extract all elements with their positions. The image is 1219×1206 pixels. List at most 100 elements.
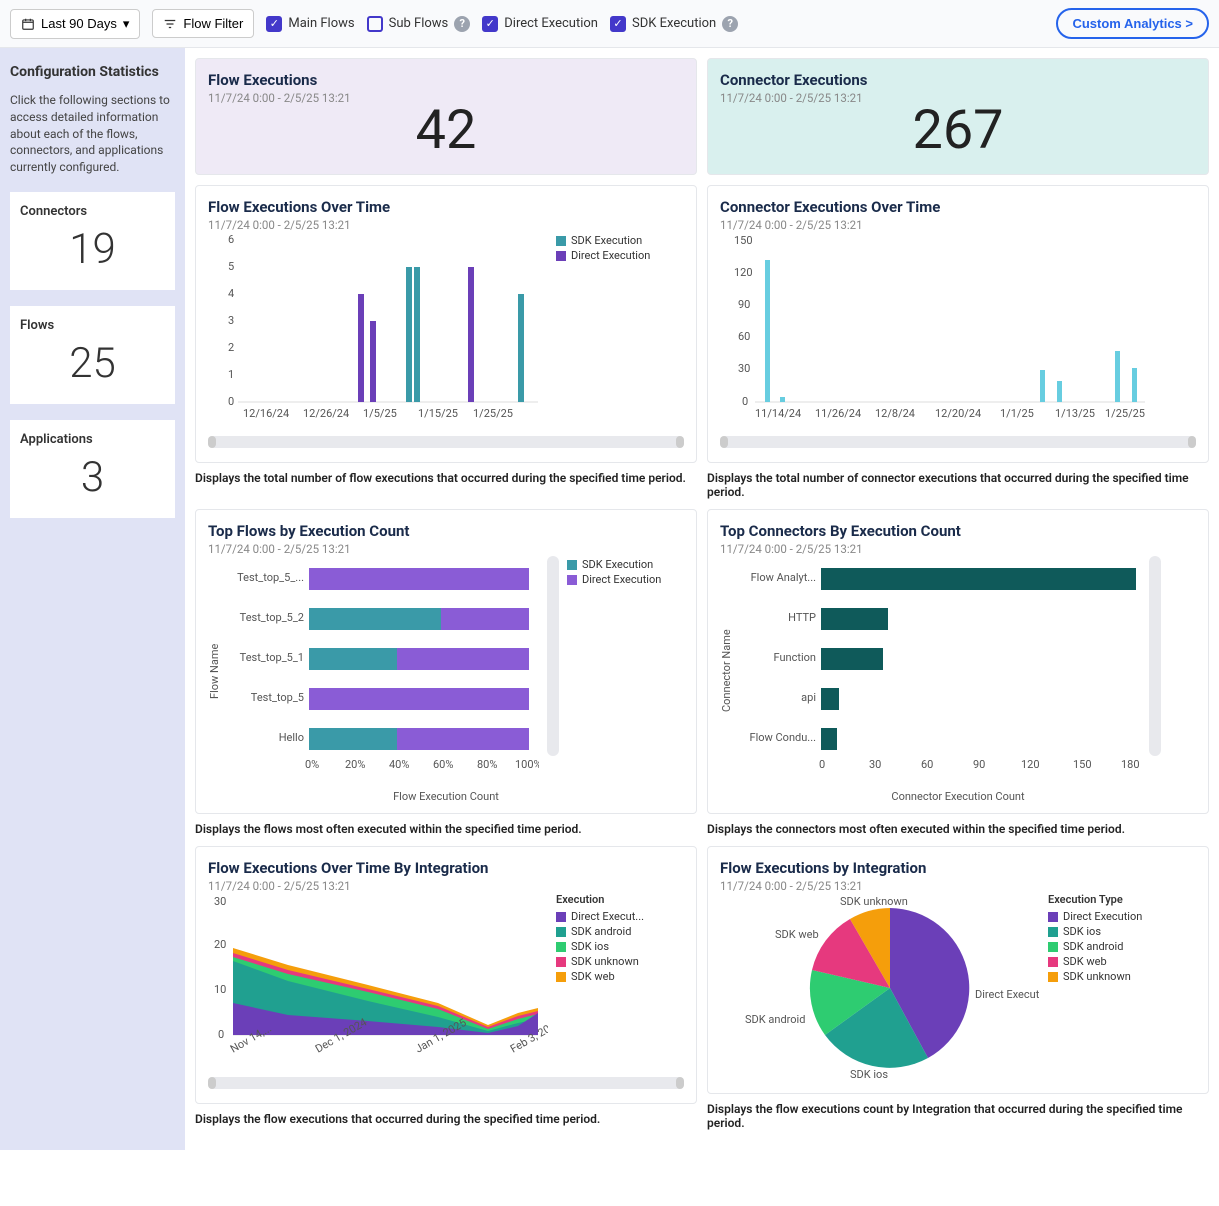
checkbox-sub-flows[interactable]: Sub Flows ?	[367, 16, 471, 32]
date-range-picker[interactable]: Last 90 Days ▾	[10, 9, 140, 39]
custom-analytics-button[interactable]: Custom Analytics >	[1056, 8, 1209, 39]
checkbox-main-flows[interactable]: ✓ Main Flows	[266, 16, 354, 32]
svg-text:SDK ios: SDK ios	[850, 1068, 888, 1081]
chart-top-flows: Top Flows by Execution Count 11/7/24 0:0…	[195, 509, 697, 814]
hero-connector-executions: Connector Executions 11/7/24 0:00 - 2/5/…	[707, 58, 1209, 175]
svg-text:30: 30	[869, 758, 881, 771]
svg-text:30: 30	[738, 362, 750, 375]
checkbox-icon: ✓	[482, 16, 498, 32]
svg-text:Function: Function	[774, 651, 816, 664]
main-content: Flow Executions 11/7/24 0:00 - 2/5/25 13…	[185, 48, 1219, 1150]
hero-value: 42	[208, 99, 684, 162]
x-axis-label: Connector Execution Count	[720, 790, 1196, 803]
svg-text:150: 150	[734, 234, 753, 247]
stat-value: 19	[20, 225, 165, 274]
chart-legend: Execution Direct Execut... SDK android S…	[556, 893, 644, 1073]
chart-scrollbar-v[interactable]	[1149, 556, 1161, 756]
stat-card-flows[interactable]: Flows 25	[10, 306, 175, 404]
svg-text:SDK android: SDK android	[745, 1013, 805, 1026]
checkbox-icon: ✓	[266, 16, 282, 32]
svg-text:60%: 60%	[433, 758, 453, 771]
svg-text:Test_top_5: Test_top_5	[251, 691, 304, 704]
checkbox-label: Direct Execution	[504, 16, 598, 31]
svg-text:11/26/24: 11/26/24	[815, 407, 861, 420]
svg-text:80%: 80%	[477, 758, 497, 771]
chart-title: Connector Executions Over Time	[720, 198, 1196, 216]
checkbox-sdk-execution[interactable]: ✓ SDK Execution ?	[610, 16, 738, 32]
sidebar-title: Configuration Statistics	[10, 64, 175, 80]
svg-text:1: 1	[228, 368, 234, 381]
svg-text:0: 0	[819, 758, 825, 771]
hero-flow-executions: Flow Executions 11/7/24 0:00 - 2/5/25 13…	[195, 58, 697, 175]
svg-text:180: 180	[1121, 758, 1140, 771]
chart-caption: Displays the flow executions that occurr…	[195, 1112, 697, 1126]
chart-flow-executions-over-time: Flow Executions Over Time 11/7/24 0:00 -…	[195, 185, 697, 463]
chart-title: Flow Executions Over Time By Integration	[208, 859, 684, 877]
chart-caption: Displays the flows most often executed w…	[195, 822, 697, 836]
svg-text:10: 10	[214, 983, 226, 996]
stat-card-applications[interactable]: Applications 3	[10, 420, 175, 518]
stat-value: 3	[20, 453, 165, 502]
svg-text:Flow Analyt...: Flow Analyt...	[751, 571, 817, 584]
svg-text:api: api	[801, 691, 816, 704]
checkbox-label: SDK Execution	[632, 16, 716, 31]
svg-text:HTTP: HTTP	[788, 611, 816, 624]
chart-title: Flow Executions Over Time	[208, 198, 684, 216]
svg-text:SDK unknown: SDK unknown	[840, 895, 908, 908]
chart-scrollbar[interactable]	[208, 436, 684, 448]
svg-text:1/5/25: 1/5/25	[363, 407, 397, 420]
chart-legend: SDK Execution Direct Execution	[556, 232, 650, 432]
svg-text:1/15/25: 1/15/25	[418, 407, 458, 420]
svg-text:150: 150	[1073, 758, 1092, 771]
hbar-chart: Flow Analyt... HTTP Function api Flow Co…	[741, 556, 1141, 786]
svg-text:60: 60	[738, 330, 750, 343]
svg-text:20%: 20%	[345, 758, 365, 771]
chart-caption: Displays the connectors most often execu…	[707, 822, 1209, 836]
svg-text:3: 3	[228, 314, 234, 327]
svg-text:0: 0	[218, 1028, 224, 1041]
custom-analytics-label: Custom Analytics >	[1072, 16, 1193, 31]
svg-text:0: 0	[228, 395, 234, 408]
stat-label: Applications	[20, 432, 165, 447]
svg-text:120: 120	[1021, 758, 1040, 771]
checkbox-icon	[367, 16, 383, 32]
svg-text:1/25/25: 1/25/25	[473, 407, 513, 420]
stat-card-connectors[interactable]: Connectors 19	[10, 192, 175, 290]
chart-flow-executions-by-integration-time: Flow Executions Over Time By Integration…	[195, 846, 697, 1104]
svg-text:Flow Condu...: Flow Condu...	[750, 731, 817, 744]
chevron-down-icon: ▾	[123, 16, 130, 32]
chart-legend: SDK Execution Direct Execution	[567, 556, 661, 786]
svg-text:4: 4	[228, 287, 234, 300]
y-axis-label: Connector Name	[720, 556, 733, 786]
stat-value: 25	[20, 339, 165, 388]
bar-chart: 03060 90120150 11/14/2411/26/2412/8/24 1…	[720, 232, 1150, 432]
checkbox-icon: ✓	[610, 16, 626, 32]
chart-scrollbar-v[interactable]	[547, 556, 559, 756]
svg-text:60: 60	[921, 758, 933, 771]
help-icon[interactable]: ?	[722, 16, 738, 32]
svg-text:120: 120	[734, 266, 753, 279]
svg-text:90: 90	[738, 298, 750, 311]
stat-label: Flows	[20, 318, 165, 333]
flow-filter-label: Flow Filter	[183, 16, 243, 31]
svg-text:1/13/25: 1/13/25	[1055, 407, 1095, 420]
x-axis-label: Flow Execution Count	[208, 790, 684, 803]
chart-title: Flow Executions by Integration	[720, 859, 1196, 877]
checkbox-label: Sub Flows	[389, 16, 449, 31]
chart-scrollbar[interactable]	[720, 436, 1196, 448]
svg-text:11/14/24: 11/14/24	[755, 407, 801, 420]
svg-text:30: 30	[214, 895, 226, 908]
svg-text:1/25/25: 1/25/25	[1105, 407, 1145, 420]
help-icon[interactable]: ?	[454, 16, 470, 32]
checkbox-direct-execution[interactable]: ✓ Direct Execution	[482, 16, 598, 32]
chart-scrollbar[interactable]	[208, 1077, 684, 1089]
hero-value: 267	[720, 99, 1196, 162]
svg-text:6: 6	[228, 233, 234, 246]
svg-text:Hello: Hello	[279, 731, 304, 744]
svg-text:12/8/24: 12/8/24	[875, 407, 915, 420]
svg-text:20: 20	[214, 938, 226, 951]
svg-text:100%: 100%	[515, 758, 539, 771]
sidebar-desc: Click the following sections to access d…	[10, 92, 175, 176]
checkbox-label: Main Flows	[288, 16, 354, 31]
flow-filter-button[interactable]: Flow Filter	[152, 9, 254, 38]
